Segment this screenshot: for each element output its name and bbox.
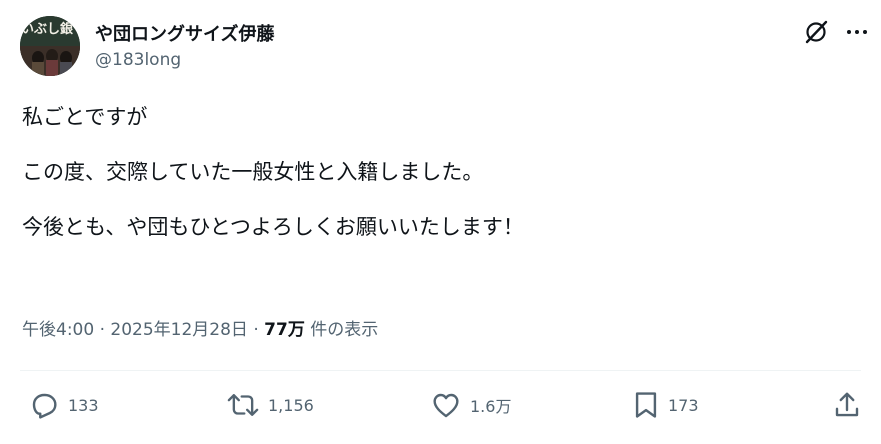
tweet-time[interactable]: 午後4:00 xyxy=(22,320,94,340)
tweet-card: いぶし銀 や団ロングサイズ伊藤 @183long 私ごとですが この度、交際して… xyxy=(0,0,881,444)
more-icon[interactable] xyxy=(843,18,871,46)
like-count: 1.6万 xyxy=(470,397,512,416)
bookmark-button[interactable]: 173 xyxy=(632,388,699,422)
like-button[interactable]: 1.6万 xyxy=(430,388,511,422)
tweet-text-line: この度、交際していた一般女性と入籍しました。 xyxy=(22,160,484,184)
tweet-text: 私ごとですが この度、交際していた一般女性と入籍しました。 今後とも、や団もひと… xyxy=(22,104,862,241)
share-button[interactable] xyxy=(832,388,862,422)
tweet-text-line: 今後とも、や団もひとつよろしくお願いいたします！ xyxy=(22,215,524,239)
grok-icon[interactable] xyxy=(802,18,830,46)
tweet-date[interactable]: 2025年12月28日 xyxy=(110,320,248,340)
bookmark-icon xyxy=(635,392,657,418)
divider xyxy=(20,370,861,371)
avatar-logo-text: いぶし銀 xyxy=(21,21,73,37)
share-icon xyxy=(835,392,859,417)
meta-separator: · xyxy=(94,320,111,340)
avatar-image: いぶし銀 xyxy=(20,16,80,76)
user-handle[interactable]: @183long xyxy=(95,50,181,70)
bookmark-count: 173 xyxy=(668,395,699,415)
reply-count: 133 xyxy=(68,395,99,415)
avatar[interactable]: いぶし銀 xyxy=(20,16,80,76)
views-count[interactable]: 77万 xyxy=(264,320,305,340)
tweet-meta: 午後4:00 · 2025年12月28日 · 77万 件の表示 xyxy=(22,315,378,340)
reply-icon xyxy=(32,393,57,419)
repost-button[interactable]: 1,156 xyxy=(226,388,314,422)
reply-button[interactable]: 133 xyxy=(28,388,99,422)
tweet-text-line: 私ごとですが xyxy=(22,105,148,129)
views-label: 件の表示 xyxy=(304,320,379,340)
repost-count: 1,156 xyxy=(268,395,314,415)
repost-icon xyxy=(227,394,259,416)
display-name[interactable]: や団ロングサイズ伊藤 xyxy=(95,20,274,46)
like-icon xyxy=(433,393,459,418)
meta-separator: · xyxy=(247,320,265,340)
